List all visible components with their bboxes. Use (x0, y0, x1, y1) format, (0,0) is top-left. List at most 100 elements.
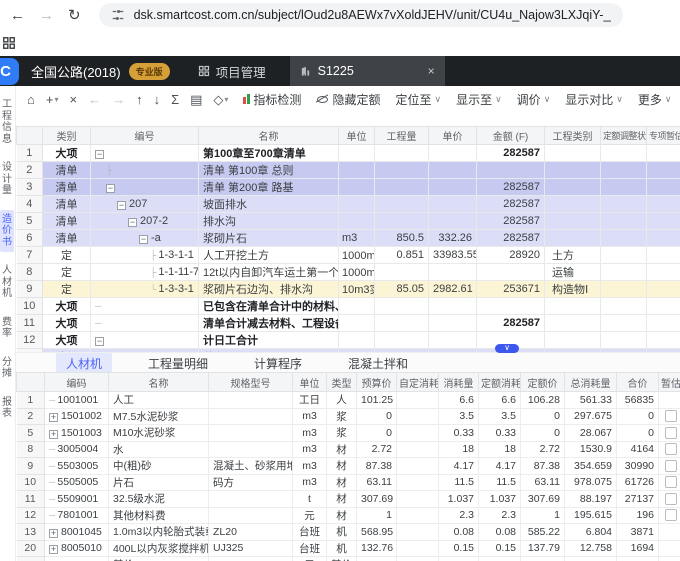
more-button[interactable]: 更多∨ (638, 91, 672, 108)
detail-col-header-12[interactable]: 合价 (617, 373, 659, 392)
estimate-checkbox[interactable] (665, 509, 677, 521)
format-brush-icon[interactable]: ◇▾ (213, 93, 228, 106)
expand-icon[interactable]: + (49, 529, 58, 538)
project-menu[interactable]: 项目管理 (198, 62, 266, 81)
main-col-header-0[interactable] (17, 127, 43, 145)
estimate-checkbox[interactable] (665, 427, 677, 439)
main-col-header-9[interactable]: 定额调整状态 (601, 127, 647, 145)
cost-row[interactable]: 5清单−207-2排水沟282587 (17, 213, 680, 230)
detail-col-header-10[interactable]: 定额价 (521, 373, 565, 392)
collapse-icon[interactable]: − (95, 337, 104, 346)
main-col-header-4[interactable]: 单位 (339, 127, 375, 145)
show-to-button[interactable]: 显示至∨ (456, 91, 502, 108)
browser-reload-icon[interactable]: ↻ (68, 8, 81, 23)
cost-row[interactable]: 9定└1-3-3-1浆砌片石边沟、排水沟10m3实砌85.052982.6125… (17, 281, 680, 298)
tab-labor-material[interactable]: 人材机 (56, 353, 112, 374)
detail-col-header-4[interactable]: 单位 (293, 373, 327, 392)
resource-row[interactable]: 20+8005010400L以内灰浆搅拌机UJ325台班机132.760.150… (17, 540, 680, 557)
main-col-header-7[interactable]: 金额 (F) (477, 127, 545, 145)
estimate-checkbox[interactable] (665, 410, 677, 422)
detail-col-header-7[interactable]: 自定消耗 (397, 373, 439, 392)
sidebar-item-project-info[interactable]: 工程信息 (0, 95, 14, 149)
tab-groups-icon[interactable] (2, 36, 16, 55)
browser-forward-icon[interactable]: → (39, 8, 54, 23)
close-icon[interactable]: × (428, 64, 435, 78)
collapse-icon[interactable]: − (139, 235, 148, 244)
sidebar-item-design-quantity[interactable]: 设计量 (0, 158, 14, 201)
resource-row[interactable]: 11─550900132.5级水泥t材307.691.0371.037307.6… (17, 491, 680, 508)
redo-icon[interactable]: → (112, 93, 125, 106)
detail-col-header-5[interactable]: 类型 (327, 373, 357, 392)
cost-row[interactable]: 6清单−-a浆砌片石m3850.5332.26282587 (17, 230, 680, 247)
cost-row[interactable]: 3清单−清单 第200章 路基282587 (17, 179, 680, 196)
address-bar[interactable]: dsk.smartcost.com.cn/subject/lOud2u8AEWx… (99, 3, 623, 27)
main-col-header-5[interactable]: 工程量 (375, 127, 429, 145)
locate-to-button[interactable]: 定位至∨ (395, 91, 441, 108)
main-col-header-1[interactable]: 类别 (43, 127, 91, 145)
sum-icon[interactable]: Σ (171, 93, 179, 106)
main-col-header-2[interactable]: 编号 (91, 127, 199, 145)
panel-collapse-button[interactable]: ∨ (495, 344, 519, 353)
sidebar-item-allocation[interactable]: 分摊 (0, 353, 14, 384)
sidebar-item-rate[interactable]: 费率 (0, 313, 14, 344)
cost-row[interactable]: 8定├1-1-11-712t以内自卸汽车运土第一个1km1000m3天运输 (17, 264, 680, 281)
detail-col-header-9[interactable]: 定额消耗 (479, 373, 521, 392)
resource-row[interactable]: 1─1001001人工工日人101.256.66.6106.28561.3356… (17, 392, 680, 409)
main-col-header-10[interactable]: 专项暂估 (647, 127, 680, 145)
resource-row[interactable]: 5+1501003M10水泥砂浆m3浆00.330.33028.0670 (17, 425, 680, 442)
estimate-checkbox[interactable] (665, 460, 677, 472)
cost-row[interactable]: 4清单−207坡面排水282587 (17, 196, 680, 213)
save-icon[interactable]: ▤ (190, 93, 202, 106)
collapse-icon[interactable]: − (95, 150, 104, 159)
cost-row[interactable]: 1大项−第100章至700章清单282587 (17, 145, 680, 162)
cost-row[interactable]: 11大项─清单合计减去材料、工程设备、专业工282587 (17, 315, 680, 332)
collapse-icon[interactable]: − (117, 201, 126, 210)
tab-calc-program[interactable]: 计算程序 (244, 353, 312, 374)
detail-col-header-2[interactable]: 名称 (109, 373, 209, 392)
indicator-check-button[interactable]: 指标检测 (243, 91, 301, 108)
main-col-header-3[interactable]: 名称 (199, 127, 339, 145)
resource-row[interactable]: 13+80010451.0m3以内轮胎式装载机ZL20台班机568.950.08… (17, 524, 680, 541)
expand-icon[interactable]: + (49, 413, 58, 422)
cost-row[interactable]: 7定├1-3-1-1人工开挖土方1000m3天0.85133983.552892… (17, 247, 680, 264)
cost-row[interactable]: 10大项─已包含在清单合计中的材料、工程设备 (17, 298, 680, 315)
resource-row[interactable]: 26─9999001基价元基价1222922291189576.45189576 (17, 557, 680, 561)
resource-row[interactable]: 2+1501002M7.5水泥砂浆m3浆03.53.50297.6750 (17, 408, 680, 425)
resource-row[interactable]: 9─5503005中(粗)砂混凝土、砂浆用堆方m3材87.384.174.178… (17, 458, 680, 475)
move-up-icon[interactable]: ↑ (136, 93, 143, 106)
resource-row[interactable]: 8─3005004水m3材2.7218182.721530.94164 (17, 441, 680, 458)
detail-col-header-11[interactable]: 总消耗量 (565, 373, 617, 392)
resource-row[interactable]: 10─5505005片石码方m3材63.1111.511.563.11978.0… (17, 474, 680, 491)
sidebar-item-labor-material[interactable]: 人材机 (0, 261, 14, 304)
show-compare-button[interactable]: 显示对比∨ (565, 91, 623, 108)
browser-back-icon[interactable]: ← (10, 8, 25, 23)
detail-col-header-8[interactable]: 消耗量 (439, 373, 479, 392)
home-icon[interactable]: ⌂ (27, 93, 35, 106)
hide-quota-button[interactable]: 隐藏定额 (316, 91, 380, 108)
adjust-price-button[interactable]: 调价∨ (517, 91, 551, 108)
expand-icon[interactable]: + (49, 545, 58, 554)
detail-col-header-13[interactable]: 暂估 (659, 373, 680, 392)
add-icon[interactable]: +▾ (46, 93, 59, 106)
detail-col-header-0[interactable] (17, 373, 45, 392)
delete-icon[interactable]: × (69, 93, 77, 106)
move-down-icon[interactable]: ↓ (154, 93, 161, 106)
detail-col-header-3[interactable]: 规格型号 (209, 373, 293, 392)
undo-icon[interactable]: ← (88, 93, 101, 106)
estimate-checkbox[interactable] (665, 476, 677, 488)
collapse-icon[interactable]: − (106, 184, 115, 193)
expand-icon[interactable]: + (49, 430, 58, 439)
doc-tab[interactable]: S1225 × (290, 56, 445, 86)
detail-col-header-6[interactable]: 预算价 (357, 373, 397, 392)
sidebar-item-report[interactable]: 报表 (0, 393, 14, 424)
collapse-icon[interactable]: − (128, 218, 137, 227)
detail-col-header-1[interactable]: 编码 (45, 373, 109, 392)
cost-row[interactable]: 12大项−计日工合计 (17, 332, 680, 349)
resource-row[interactable]: 12─7801001其他材料费元材12.32.31195.615196 (17, 507, 680, 524)
sidebar-item-cost-book[interactable]: 造价书 (0, 210, 14, 253)
tab-quantity-detail[interactable]: 工程量明细 (138, 353, 218, 374)
estimate-checkbox[interactable] (665, 493, 677, 505)
cost-row[interactable]: 2清单├清单 第100章 总则 (17, 162, 680, 179)
estimate-checkbox[interactable] (665, 443, 677, 455)
main-col-header-8[interactable]: 工程类别 (545, 127, 601, 145)
